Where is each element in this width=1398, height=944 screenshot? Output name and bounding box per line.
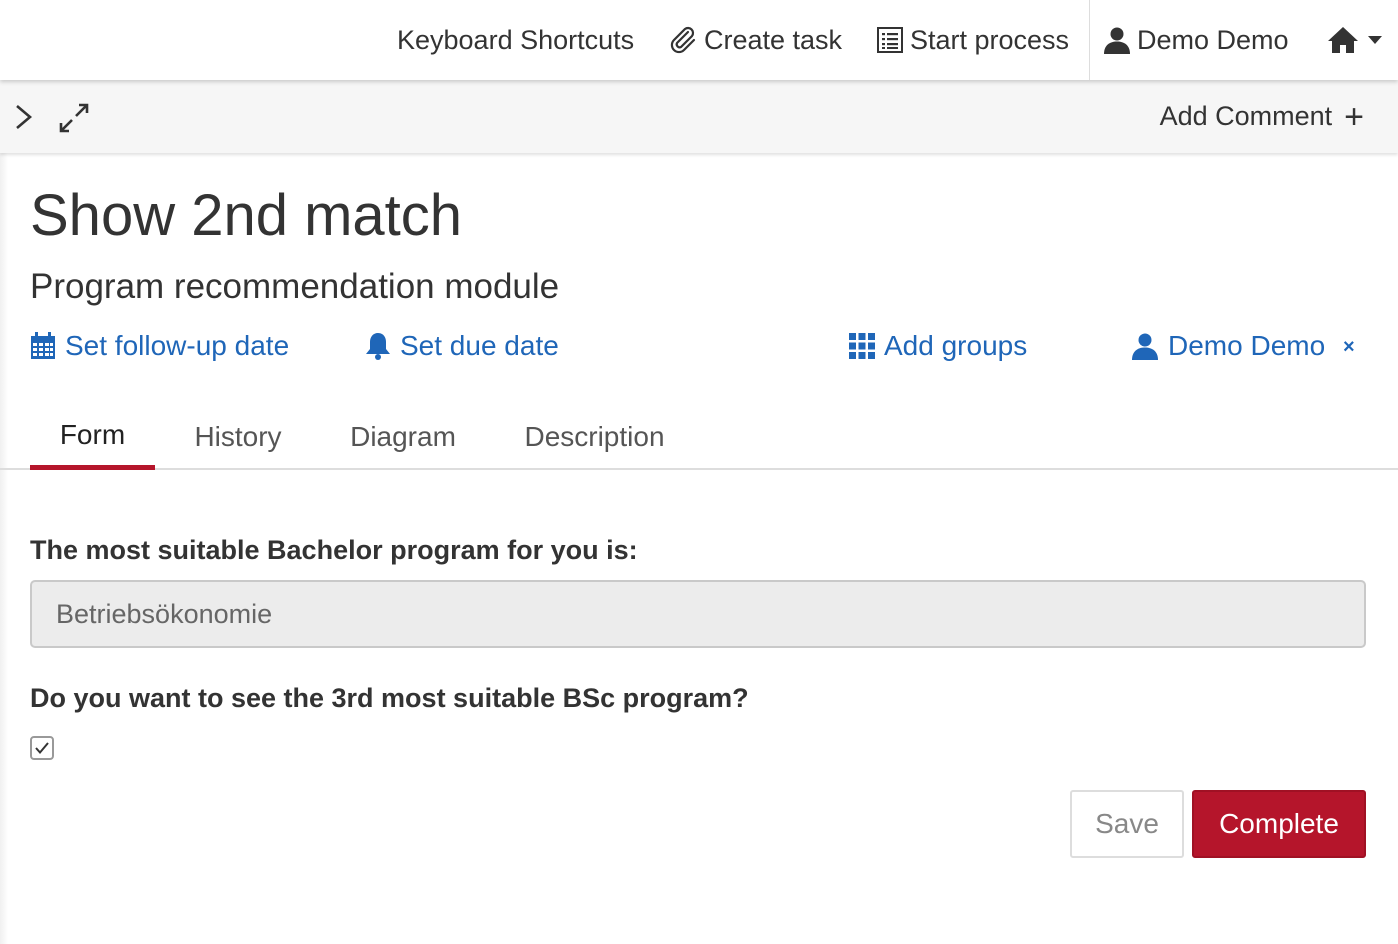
process-name: Program recommendation module <box>30 267 560 306</box>
chevron-right-icon <box>16 105 33 129</box>
assignee-name: Demo Demo <box>1168 330 1326 361</box>
user-name: Demo Demo <box>1137 24 1289 55</box>
set-due-date-label: Set due date <box>400 330 559 361</box>
add-groups-label: Add groups <box>884 330 1028 361</box>
tab-history[interactable]: History <box>182 404 294 470</box>
create-task-link[interactable]: Create task <box>668 0 842 80</box>
create-task-label: Create task <box>704 24 843 55</box>
home-menu[interactable] <box>1327 0 1389 80</box>
bachelor-program-label: The most suitable Bachelor program for y… <box>30 535 638 565</box>
add-comment-label: Add Comment <box>1159 101 1333 131</box>
task-tabs: Form History Diagram Description <box>0 404 1398 470</box>
bell-icon <box>366 333 390 360</box>
calendar-icon <box>31 332 55 359</box>
panel-shadow <box>0 153 8 944</box>
caret-down-icon <box>1368 36 1382 44</box>
expand-list-button[interactable] <box>14 104 34 130</box>
assignee-link[interactable]: Demo Demo <box>1131 326 1325 366</box>
plus-icon: + <box>1344 97 1364 136</box>
set-follow-up-date-label: Set follow-up date <box>65 330 290 361</box>
save-button[interactable]: Save <box>1070 790 1184 858</box>
bachelor-program-field[interactable] <box>30 580 1366 648</box>
set-due-date-link[interactable]: Set due date <box>365 326 559 366</box>
grid-icon <box>849 333 875 359</box>
tab-diagram[interactable]: Diagram <box>338 404 468 470</box>
tab-description[interactable]: Description <box>512 404 677 470</box>
fullscreen-button[interactable] <box>58 102 90 134</box>
task-toolbar: Add Comment + <box>0 80 1398 153</box>
start-process-label: Start process <box>910 24 1070 55</box>
add-comment-button[interactable]: Add Comment + <box>1160 80 1364 153</box>
add-groups-link[interactable]: Add groups <box>849 326 1027 366</box>
keyboard-shortcuts-link[interactable]: Keyboard Shortcuts <box>397 0 634 80</box>
complete-button[interactable]: Complete <box>1192 790 1366 858</box>
check-icon <box>35 742 49 755</box>
start-process-link[interactable]: Start process <box>876 0 1069 80</box>
user-icon <box>1132 333 1158 360</box>
user-menu[interactable]: Demo Demo <box>1103 0 1289 80</box>
task-title: Show 2nd match <box>30 183 463 248</box>
expand-icon <box>59 103 89 133</box>
navbar-divider <box>1089 0 1090 80</box>
show-third-program-label: Do you want to see the 3rd most suitable… <box>30 683 749 713</box>
paperclip-icon <box>670 26 696 54</box>
remove-assignee-icon[interactable]: × <box>1343 336 1355 359</box>
tab-form[interactable]: Form <box>30 404 155 470</box>
home-icon <box>1328 27 1358 53</box>
list-icon <box>877 27 903 53</box>
keyboard-shortcuts-label: Keyboard Shortcuts <box>397 24 635 55</box>
show-third-program-checkbox[interactable] <box>30 736 54 760</box>
top-navbar: Keyboard Shortcuts Create task Start pro… <box>0 0 1398 80</box>
set-follow-up-date-link[interactable]: Set follow-up date <box>30 326 289 366</box>
user-icon <box>1104 27 1130 54</box>
